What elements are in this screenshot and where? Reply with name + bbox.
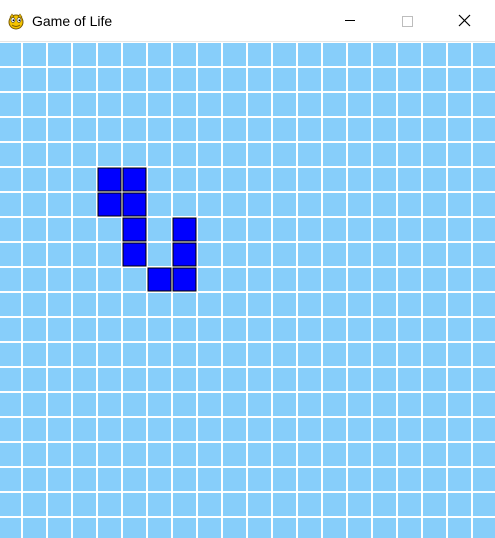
alive-cell[interactable] bbox=[122, 217, 147, 242]
alive-cell[interactable] bbox=[147, 267, 172, 292]
grid-canvas[interactable] bbox=[0, 42, 495, 538]
alive-cell[interactable] bbox=[172, 267, 197, 292]
alive-cell[interactable] bbox=[122, 167, 147, 192]
close-button[interactable] bbox=[441, 0, 487, 41]
maximize-button[interactable] bbox=[384, 0, 430, 41]
alive-cell[interactable] bbox=[172, 217, 197, 242]
alive-cell[interactable] bbox=[97, 192, 122, 217]
alive-cell[interactable] bbox=[97, 167, 122, 192]
window-title: Game of Life bbox=[32, 13, 113, 29]
pygame-snake-icon bbox=[6, 11, 26, 31]
game-window: Game of Life bbox=[0, 0, 495, 538]
life-grid[interactable] bbox=[0, 42, 495, 538]
title-bar[interactable]: Game of Life bbox=[0, 0, 495, 42]
alive-cell[interactable] bbox=[122, 242, 147, 267]
alive-cell[interactable] bbox=[122, 192, 147, 217]
alive-cell[interactable] bbox=[172, 242, 197, 267]
minimize-button[interactable] bbox=[327, 0, 373, 41]
